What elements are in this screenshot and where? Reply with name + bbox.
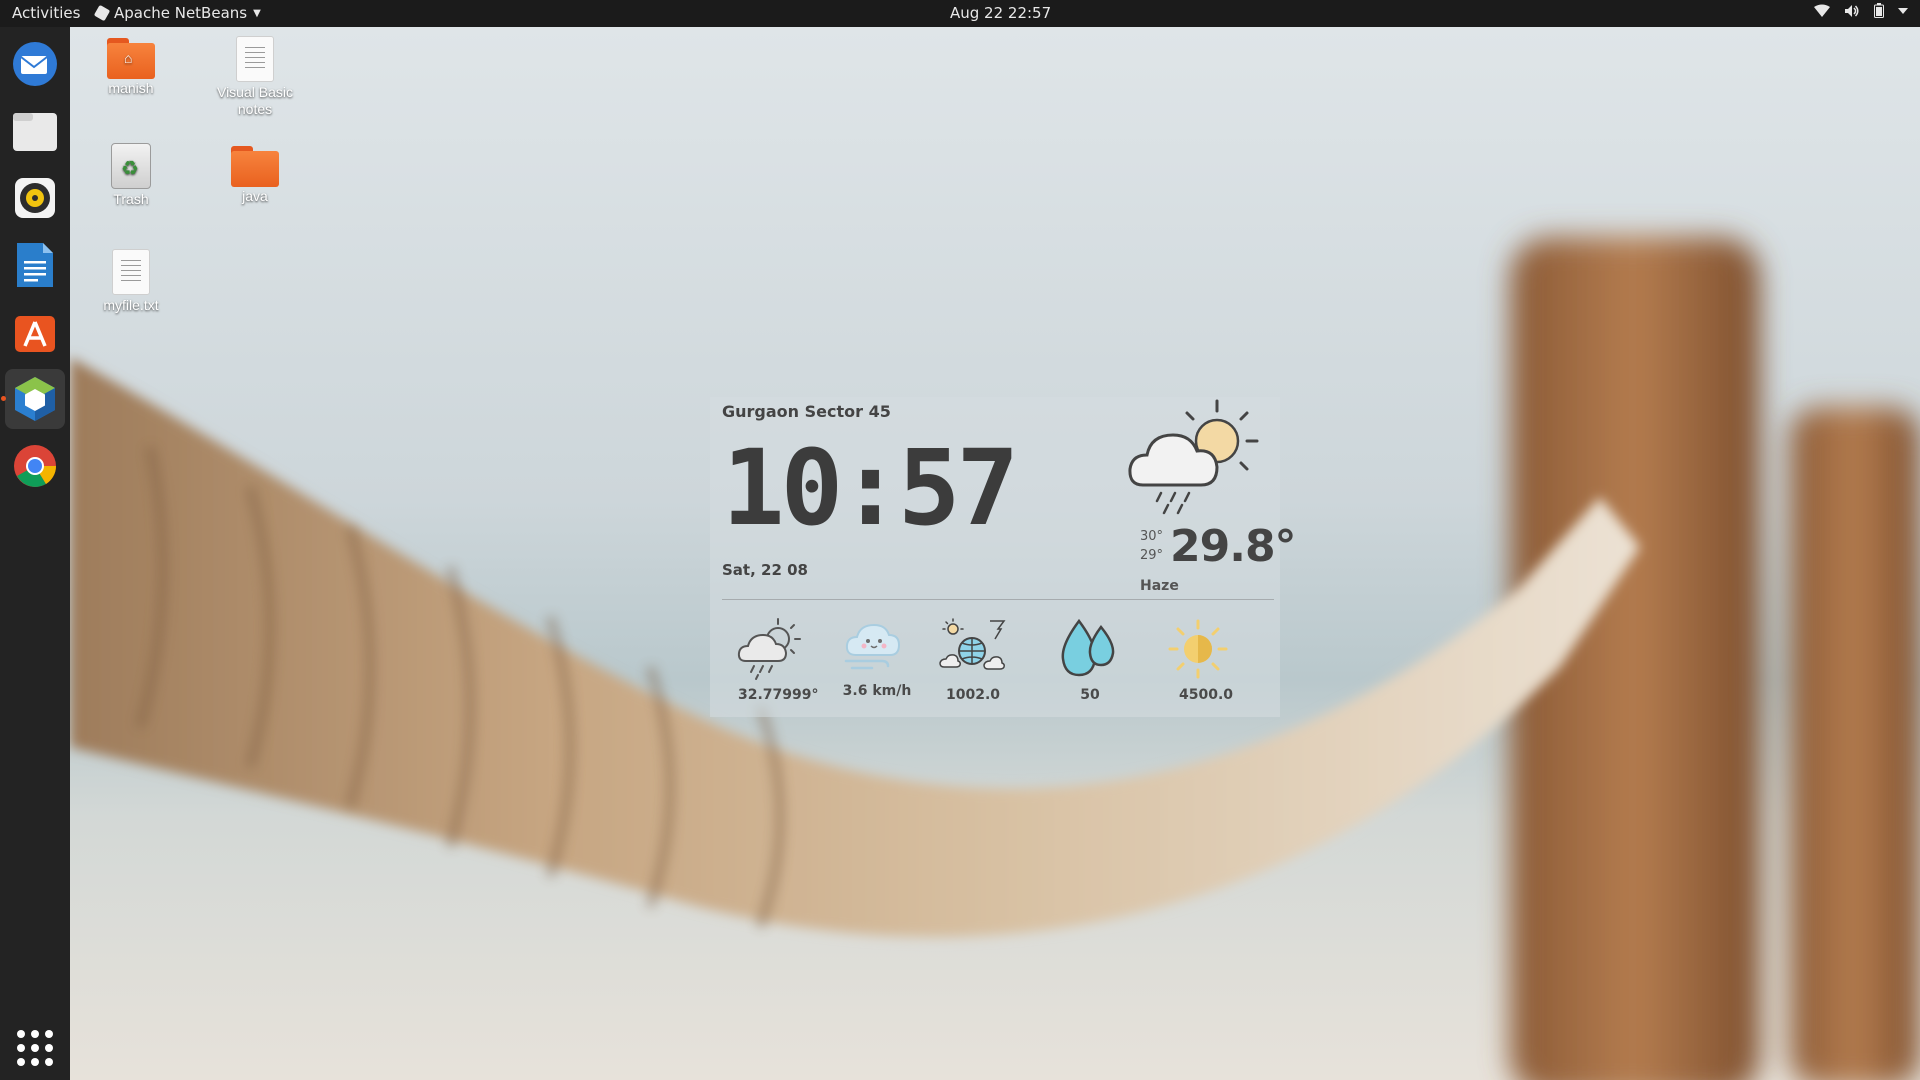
dock-chrome[interactable] — [5, 436, 65, 496]
water-drops-icon — [1061, 618, 1115, 677]
sun-icon — [1168, 619, 1228, 679]
low-temp: 29° — [1140, 548, 1164, 563]
desktop-icon-label: Trash — [113, 191, 149, 207]
show-applications-icon[interactable] — [17, 1030, 53, 1066]
rhythmbox-icon — [15, 178, 55, 218]
dock-thunderbird[interactable] — [5, 34, 65, 94]
app-menu[interactable]: Apache NetBeans ▼ — [93, 4, 261, 22]
humidity-value: 50 — [1080, 687, 1100, 703]
stat-feels-like: 32.77999° — [724, 617, 819, 703]
desktop-icon-trash[interactable]: ♻ Trash — [76, 143, 186, 208]
volume-icon — [1845, 4, 1859, 17]
chevron-down-icon: ▼ — [253, 7, 261, 19]
high-temp: 30° — [1140, 529, 1164, 544]
desktop-icon-java[interactable]: java — [200, 146, 310, 205]
home-folder-icon: ⌂ — [107, 38, 155, 79]
current-temp: 29.8° — [1170, 521, 1297, 572]
weather-widget: Gurgaon Sector 45 10:57 Sat, 22 08 30° 2… — [710, 397, 1297, 717]
dock-files[interactable] — [5, 101, 65, 161]
chrome-icon — [14, 445, 57, 487]
partly-cloudy-rain-icon — [1128, 399, 1259, 515]
folder-icon — [231, 146, 279, 187]
trash-icon: ♻ — [111, 143, 151, 189]
dock-ubuntu-software[interactable] — [5, 302, 65, 362]
visibility-value: 4500.0 — [1179, 687, 1234, 703]
date-label: Sat, 22 08 — [722, 561, 808, 579]
desktop-icon-visual-basic-notes[interactable]: Visual Basic notes — [200, 36, 310, 118]
wifi-icon — [1814, 4, 1830, 17]
desktop-icon-label: Visual Basic notes — [216, 84, 293, 117]
dock — [0, 27, 70, 1080]
dock-libreoffice-writer[interactable] — [5, 235, 65, 295]
pressure-value: 1002.0 — [945, 687, 1001, 703]
globe-weather-icon — [939, 618, 1006, 670]
desktop-icon-myfile[interactable]: myfile.txt — [76, 249, 186, 314]
stat-wind: 3.6 km/h — [842, 617, 912, 699]
netbeans-small-icon — [93, 4, 111, 22]
desktop-icon-label: java — [242, 188, 268, 204]
cloud-sun-rain-icon — [738, 618, 802, 680]
files-icon — [13, 113, 57, 151]
desktop-icon-label: manish — [108, 80, 154, 96]
text-file-icon — [236, 36, 274, 82]
netbeans-icon — [15, 377, 55, 421]
libreoffice-writer-icon — [17, 243, 53, 287]
stat-humidity: 50 — [1055, 617, 1125, 703]
wind-value: 3.6 km/h — [842, 683, 912, 699]
activities-button[interactable]: Activities — [12, 4, 80, 22]
stat-pressure: 1002.0 — [938, 617, 1008, 703]
app-menu-label: Apache NetBeans — [114, 4, 248, 22]
top-bar: Activities Apache NetBeans ▼ Aug 22 22:5… — [0, 0, 1920, 27]
battery-icon — [1874, 3, 1884, 18]
ubuntu-software-icon — [15, 316, 55, 352]
system-menu-caret-icon — [1898, 7, 1908, 14]
dock-rhythmbox[interactable] — [5, 168, 65, 228]
location-label: Gurgaon Sector 45 — [722, 402, 891, 421]
desktop-icon-manish[interactable]: ⌂ manish — [76, 38, 186, 97]
clock-button[interactable]: Aug 22 22:57 — [950, 4, 1051, 22]
wind-cloud-icon — [844, 623, 901, 670]
thunderbird-icon — [13, 42, 57, 86]
feels-like-value: 32.77999° — [738, 687, 819, 703]
stat-visibility: 4500.0 — [1163, 617, 1233, 703]
text-file-icon — [112, 249, 150, 295]
desktop-icon-label: myfile.txt — [103, 297, 159, 313]
clock-time: 10:57 — [722, 427, 1019, 549]
divider — [722, 599, 1274, 600]
system-tray[interactable] — [1814, 3, 1908, 18]
dock-netbeans[interactable] — [1, 369, 65, 429]
condition-label: Haze — [1140, 578, 1179, 594]
